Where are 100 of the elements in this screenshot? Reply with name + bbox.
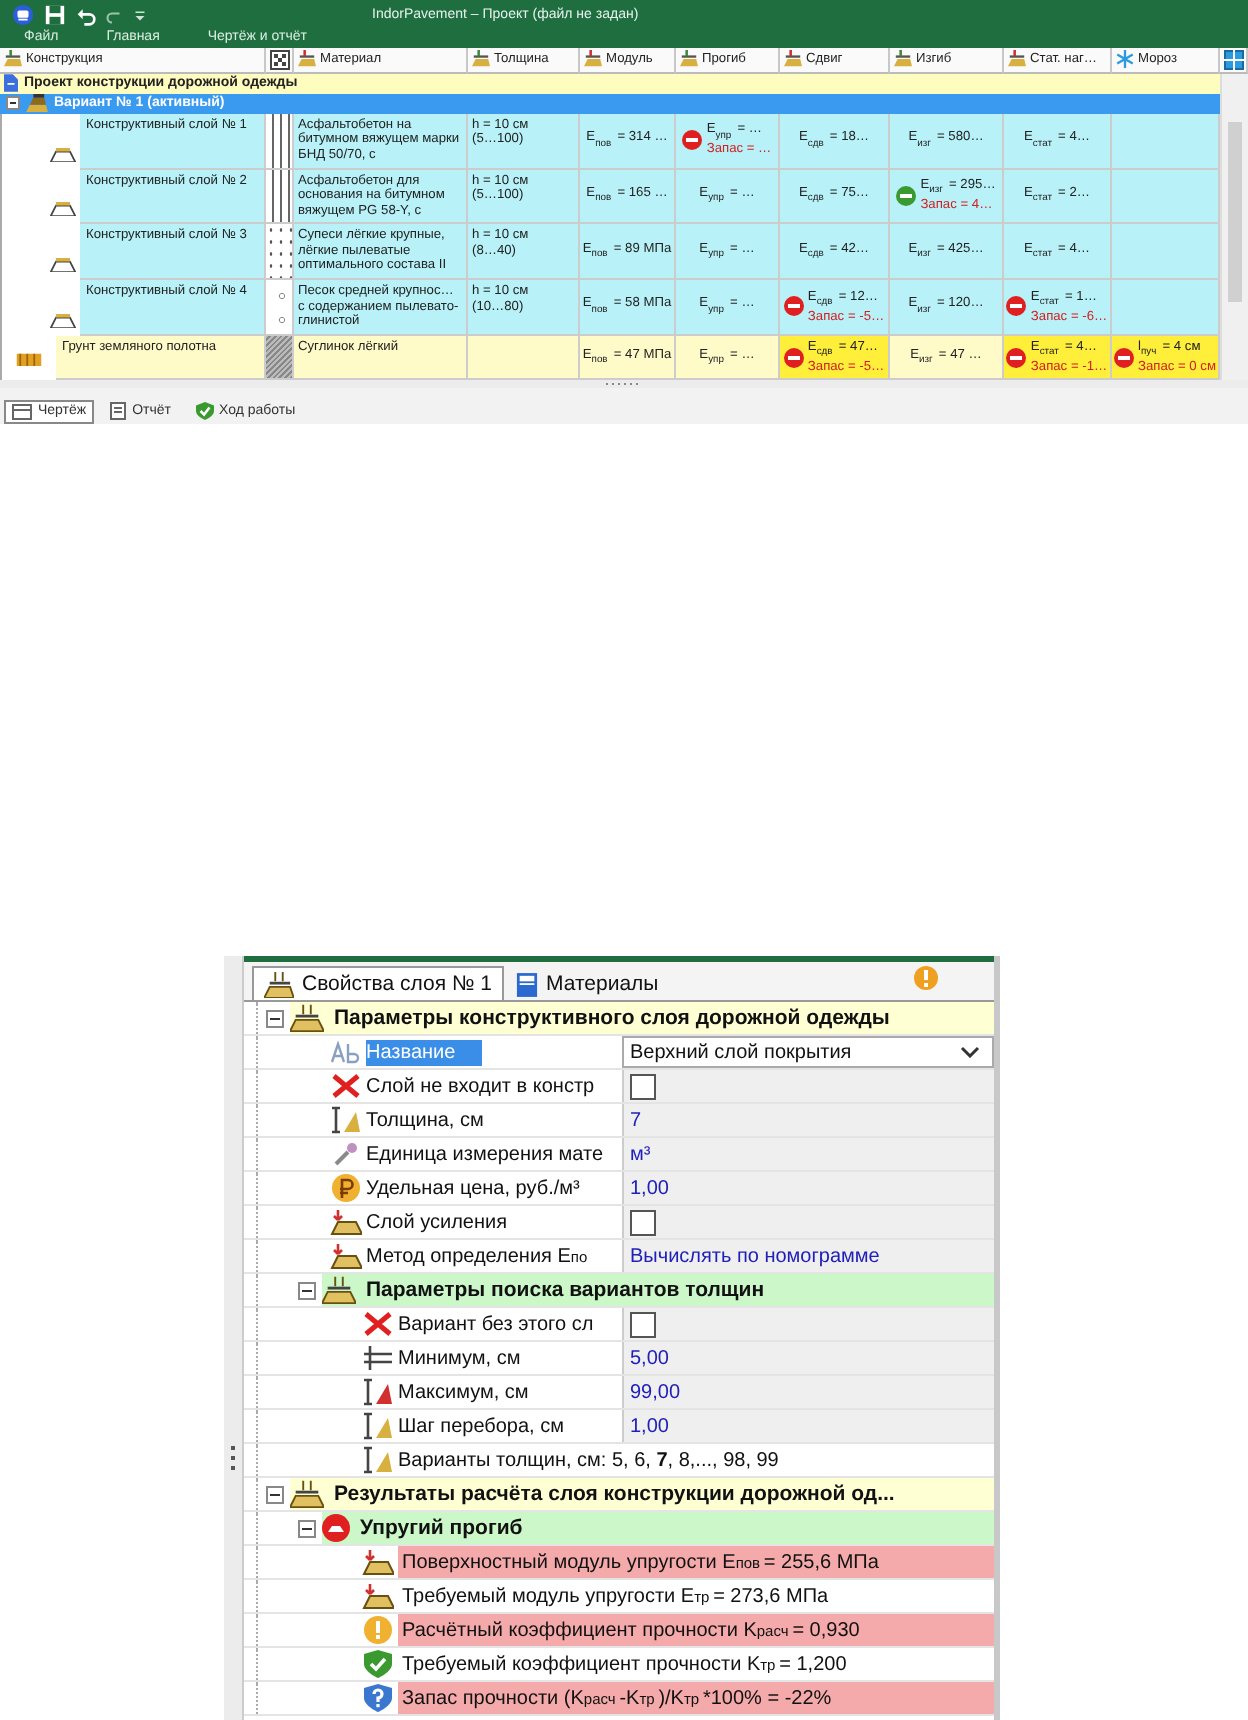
layer-icon (290, 1004, 324, 1032)
value-text: Верхний слой покрытия (630, 1041, 852, 1063)
redo-icon[interactable] (106, 6, 124, 24)
undo-icon[interactable] (76, 5, 96, 25)
cross-icon (362, 1310, 394, 1338)
unit-icon (330, 1140, 362, 1168)
property-label[interactable]: Вариант без этого сл (398, 1308, 622, 1340)
layer-icon (680, 50, 698, 69)
material-pattern (266, 280, 294, 336)
column-header[interactable] (1220, 47, 1248, 74)
property-value[interactable]: Верхний слой покрытия (622, 1036, 994, 1068)
property-label[interactable]: Удельная цена, руб./м³ (366, 1172, 622, 1204)
book-icon (515, 971, 538, 997)
splitter-grip-icon[interactable] (604, 382, 644, 387)
ok-shield-icon (362, 1650, 394, 1678)
material-pattern (266, 224, 294, 281)
snowflake-icon (1116, 50, 1134, 69)
value-text: 1,00 (630, 1177, 669, 1199)
value-text: 7 (630, 1109, 642, 1131)
checkbox[interactable] (630, 1073, 656, 1099)
category-header[interactable]: Параметры поиска вариантов толщин (322, 1274, 994, 1306)
category-title: Параметры конструктивного слоя дорожной одежды (334, 1006, 890, 1030)
category-title: Результаты расчёта слоя конструкции дорожной од... (334, 1482, 895, 1506)
shield-check-icon (195, 402, 213, 420)
expand-toggle[interactable] (6, 96, 20, 111)
chevron-down-icon[interactable] (960, 1046, 980, 1058)
hatch-pattern-icon (269, 49, 289, 70)
checkbox[interactable] (630, 1311, 656, 1337)
drawing-icon (12, 403, 32, 419)
material-pattern (266, 169, 294, 225)
layer-icon (298, 50, 316, 69)
category-header[interactable]: Упругий прогиб (322, 1512, 994, 1544)
property-label[interactable]: Единица измерения мате (366, 1138, 622, 1170)
property-value[interactable]: Вычислять по номограмме (622, 1240, 994, 1272)
expand-toggle[interactable] (266, 1009, 284, 1027)
property-note: Варианты толщин, см: 5, 6, 7, 8,..., 98, 99 (398, 1449, 781, 1471)
column-header[interactable] (266, 47, 294, 74)
layer-icon (362, 1548, 394, 1576)
property-label[interactable]: Слой усиления (366, 1206, 622, 1238)
grid-icon (1223, 49, 1243, 70)
layer-icon (472, 50, 490, 69)
property-value[interactable]: 99,00 (622, 1376, 994, 1408)
property-label[interactable]: Максимум, см (398, 1376, 622, 1408)
layer-icon (894, 50, 912, 69)
expand-toggle[interactable] (266, 1485, 284, 1503)
document-icon (4, 74, 18, 93)
property-value[interactable]: 7 (622, 1104, 994, 1136)
text-field-icon (330, 1038, 362, 1066)
document-icon (110, 402, 127, 420)
property-value[interactable]: 1,00 (622, 1410, 994, 1442)
layer-icon (330, 1242, 362, 1270)
category-title: Упругий прогиб (360, 1516, 523, 1540)
scrollbar[interactable] (1220, 73, 1248, 381)
expand-toggle[interactable] (298, 1519, 316, 1537)
ruble-coin-icon (330, 1174, 362, 1202)
value-text: 1,00 (630, 1415, 669, 1437)
grip-icon[interactable] (230, 1444, 236, 1472)
question-shield-icon (362, 1684, 394, 1712)
property-label[interactable]: Слой не входит в констр (366, 1070, 622, 1102)
material-pattern (266, 335, 294, 381)
layer-icon (50, 258, 76, 273)
cross-icon (330, 1072, 362, 1100)
layer-icon (264, 971, 294, 997)
table-cell (468, 335, 580, 381)
property-label[interactable]: Толщина, см (366, 1104, 622, 1136)
layer-icon (50, 147, 76, 162)
category-header[interactable]: Результаты расчёта слоя конструкции дорожной од... (290, 1478, 994, 1510)
value-text: 5,00 (630, 1347, 669, 1369)
value-text: 99,00 (630, 1381, 681, 1403)
panel-tab[interactable]: Свойства слоя № 1 (252, 966, 504, 1000)
thickness-icon (330, 1106, 362, 1134)
layer-icon (1008, 50, 1026, 69)
category-header[interactable]: Параметры конструктивного слоя дорожной одежды (290, 1002, 994, 1034)
layer-icon (322, 1276, 356, 1304)
property-value[interactable]: 5,00 (622, 1342, 994, 1374)
customize-toolbar-icon[interactable] (134, 9, 146, 21)
app-logo-icon[interactable] (12, 4, 34, 26)
layer-icon (784, 50, 802, 69)
layer-icon (50, 202, 76, 217)
value-text: Вычислять по номограмме (630, 1245, 880, 1267)
maximum-icon (362, 1378, 394, 1406)
layer-stack-icon (26, 94, 48, 113)
value-text: м³ (630, 1143, 651, 1165)
minimum-icon (362, 1344, 394, 1372)
save-icon[interactable] (44, 4, 66, 26)
material-pattern (266, 113, 294, 170)
category-title: Параметры поиска вариантов толщин (366, 1278, 765, 1302)
step-icon (362, 1412, 394, 1440)
property-value[interactable]: 1,00 (622, 1172, 994, 1204)
checkbox[interactable] (630, 1209, 656, 1235)
layer-icon (362, 1582, 394, 1610)
expand-toggle[interactable] (298, 1281, 316, 1299)
layer-icon (584, 50, 602, 69)
warning-icon (362, 1616, 394, 1644)
property-label[interactable]: Шаг перебора, см (398, 1410, 622, 1442)
property-value[interactable]: м³ (622, 1138, 994, 1170)
layer-icon (330, 1208, 362, 1236)
property-label[interactable]: Минимум, см (398, 1342, 622, 1374)
panel-tab[interactable]: Материалы (503, 966, 671, 1000)
layer-icon (4, 50, 22, 69)
